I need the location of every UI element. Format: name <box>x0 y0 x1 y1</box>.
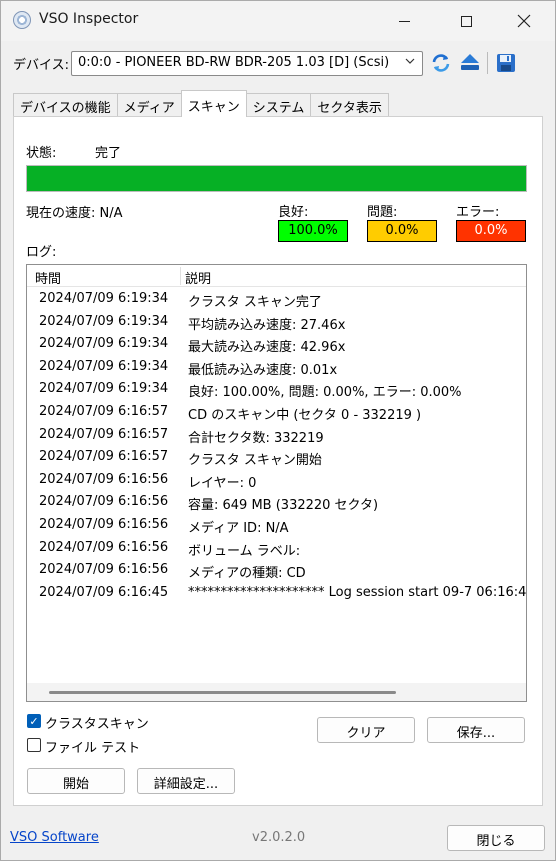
good-label: 良好: <box>278 205 309 220</box>
scan-progress-bar <box>26 165 527 192</box>
log-description: 合計セクタ数: 332219 <box>188 430 324 446</box>
log-time: 2024/07/09 6:19:34 <box>39 358 169 374</box>
log-row[interactable]: 2024/07/09 6:16:57 合計セクタ数: 332219 <box>27 424 526 447</box>
chevron-down-icon <box>404 55 416 70</box>
log-row[interactable]: 2024/07/09 6:19:34 平均読み込み速度: 27.46x <box>27 311 526 334</box>
log-row[interactable]: 2024/07/09 6:19:34 クラスタ スキャン完了 <box>27 288 526 311</box>
log-row[interactable]: 2024/07/09 6:19:34 最低読み込み速度: 0.01x <box>27 356 526 379</box>
version-label: v2.0.2.0 <box>252 830 306 845</box>
log-description: メディア ID: N/A <box>188 520 289 536</box>
advanced-settings-button[interactable]: 詳細設定... <box>137 768 235 794</box>
log-row[interactable]: 2024/07/09 6:16:56 容量: 649 MB (332220 セクタ… <box>27 491 526 514</box>
log-description: メディアの種類: CD <box>188 566 306 582</box>
vso-software-link[interactable]: VSO Software <box>10 830 99 845</box>
cluster-scan-label[interactable]: クラスタスキャン <box>45 713 149 732</box>
close-icon <box>517 14 531 28</box>
minimize-button[interactable] <box>381 1 427 41</box>
log-time: 2024/07/09 6:16:56 <box>39 562 169 578</box>
tab-media[interactable]: メディア <box>116 93 182 117</box>
log-list[interactable]: 時間 説明 2024/07/09 6:19:34 クラスタ スキャン完了 2024/… <box>26 264 527 702</box>
log-time: 2024/07/09 6:16:57 <box>39 426 169 442</box>
title-bar: VSO Inspector <box>1 1 555 41</box>
log-time: 2024/07/09 6:16:56 <box>39 539 169 555</box>
error-percentage: 0.0% <box>456 220 526 242</box>
log-row[interactable]: 2024/07/09 6:16:56 メディアの種類: CD <box>27 559 526 582</box>
eject-icon[interactable] <box>458 51 482 75</box>
log-time: 2024/07/09 6:16:45 <box>39 584 169 600</box>
clear-button[interactable]: クリア <box>317 717 415 743</box>
start-button[interactable]: 開始 <box>27 768 125 794</box>
log-rows: 2024/07/09 6:19:34 クラスタ スキャン完了 2024/07/09 … <box>27 288 526 604</box>
app-window: VSO Inspector デバイス: 0:0:0 - PIONEER BD-R… <box>0 0 556 861</box>
save-icon[interactable] <box>494 51 518 75</box>
log-description: CD のスキャン中 (セクタ 0 - 332219 ) <box>188 407 422 423</box>
log-time: 2024/07/09 6:16:57 <box>39 403 169 419</box>
tab-bar: デバイスの機能 メディア スキャン システム セクタ表示 <box>13 90 389 117</box>
error-label: エラー: <box>456 205 500 220</box>
refresh-icon[interactable] <box>429 51 453 75</box>
close-window-button[interactable] <box>501 1 547 41</box>
log-time: 2024/07/09 6:16:56 <box>39 516 169 532</box>
progress-fill <box>27 166 526 191</box>
log-description: 最低読み込み速度: 0.01x <box>188 362 338 378</box>
tab-scan[interactable]: スキャン <box>180 90 247 117</box>
log-label: ログ: <box>26 245 57 260</box>
log-row[interactable]: 2024/07/09 6:16:57 CD のスキャン中 (セクタ 0 - 332… <box>27 401 526 424</box>
log-row[interactable]: 2024/07/09 6:19:34 最大読み込み速度: 42.96x <box>27 333 526 356</box>
log-time: 2024/07/09 6:19:34 <box>39 313 169 329</box>
log-description: 良好: 100.00%, 問題: 0.00%, エラー: 0.00% <box>188 385 462 401</box>
column-divider[interactable] <box>180 267 181 285</box>
horizontal-scrollbar[interactable] <box>27 683 526 701</box>
log-row[interactable]: 2024/07/09 6:16:57 クラスタ スキャン開始 <box>27 446 526 469</box>
log-row[interactable]: 2024/07/09 6:16:56 ボリューム ラベル: <box>27 537 526 560</box>
log-time: 2024/07/09 6:19:34 <box>39 336 169 352</box>
toolbar-separator <box>487 52 488 74</box>
log-row[interactable]: 2024/07/09 6:16:45 ********************* … <box>27 582 526 605</box>
file-test-checkbox[interactable] <box>27 738 41 752</box>
log-description: 容量: 649 MB (332220 セクタ) <box>188 498 379 514</box>
log-row[interactable]: 2024/07/09 6:16:56 レイヤー: 0 <box>27 469 526 492</box>
log-description: レイヤー: 0 <box>188 475 257 491</box>
problem-percentage: 0.0% <box>367 220 437 242</box>
log-description: 平均読み込み速度: 27.46x <box>188 317 346 333</box>
good-percentage: 100.0% <box>278 220 348 242</box>
window-title: VSO Inspector <box>39 11 139 27</box>
maximize-icon <box>460 15 472 27</box>
log-time: 2024/07/09 6:16:56 <box>39 471 169 487</box>
tab-system[interactable]: システム <box>245 93 312 117</box>
log-row[interactable]: 2024/07/09 6:19:34 良好: 100.00%, 問題: 0.00%… <box>27 378 526 401</box>
status-label: 状態: <box>26 146 57 161</box>
problem-label: 問題: <box>367 205 398 220</box>
log-description: クラスタ スキャン開始 <box>188 453 322 469</box>
disc-icon <box>13 11 31 29</box>
tab-device-capabilities[interactable]: デバイスの機能 <box>13 93 118 117</box>
column-header-time[interactable]: 時間 <box>35 268 61 287</box>
status-value: 完了 <box>95 146 122 161</box>
log-time: 2024/07/09 6:19:34 <box>39 291 169 306</box>
scrollbar-thumb[interactable] <box>49 691 396 694</box>
cluster-scan-checkbox[interactable]: ✓ <box>27 714 41 728</box>
device-select-value: 0:0:0 - PIONEER BD-RW BDR-205 1.03 [D] (… <box>78 55 390 70</box>
maximize-button[interactable] <box>443 1 489 41</box>
minimize-icon <box>398 20 410 22</box>
file-test-label[interactable]: ファイル テスト <box>45 737 140 756</box>
log-description: ボリューム ラベル: <box>188 543 301 559</box>
close-button[interactable]: 閉じる <box>447 825 545 851</box>
tab-sector-view[interactable]: セクタ表示 <box>310 93 389 117</box>
log-time: 2024/07/09 6:16:56 <box>39 494 169 510</box>
log-description: 最大読み込み速度: 42.96x <box>188 340 346 356</box>
log-header: 時間 説明 <box>27 265 526 287</box>
save-button[interactable]: 保存... <box>427 717 525 743</box>
log-description: クラスタ スキャン完了 <box>188 295 322 310</box>
current-speed: 現在の速度: N/A <box>26 206 123 221</box>
log-description: ********************* Log session start … <box>188 584 527 600</box>
log-row[interactable]: 2024/07/09 6:16:56 メディア ID: N/A <box>27 514 526 537</box>
device-label: デバイス: <box>13 58 69 73</box>
log-time: 2024/07/09 6:19:34 <box>39 381 169 397</box>
log-time: 2024/07/09 6:16:57 <box>39 449 169 465</box>
column-header-description[interactable]: 説明 <box>185 268 211 287</box>
device-select[interactable]: 0:0:0 - PIONEER BD-RW BDR-205 1.03 [D] (… <box>71 51 423 76</box>
